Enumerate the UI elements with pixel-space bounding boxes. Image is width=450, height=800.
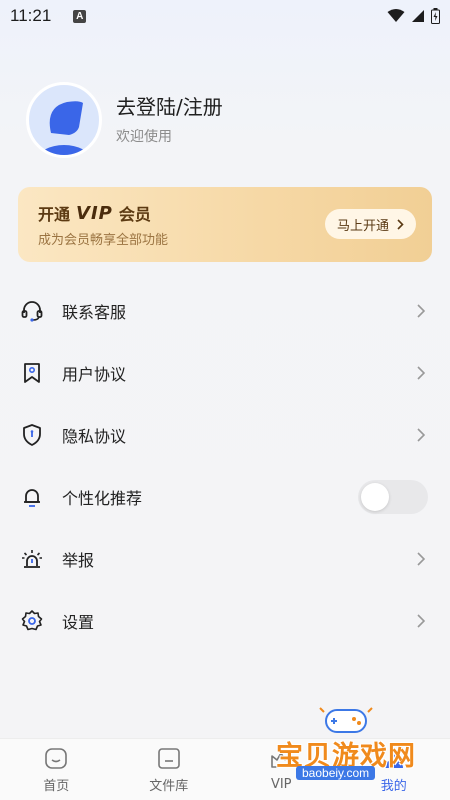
vip-title-suffix: 会员 xyxy=(118,205,151,224)
alarm-icon xyxy=(20,547,44,571)
chevron-right-icon xyxy=(414,304,428,318)
chevron-right-icon xyxy=(414,552,428,566)
vip-title-prefix: 开通 xyxy=(38,205,71,224)
chevron-right-icon xyxy=(397,218,404,230)
gear-icon xyxy=(20,609,44,633)
menu-item-label: 用户协议 xyxy=(62,365,127,384)
login-register-link[interactable]: 去登陆/注册 xyxy=(116,94,223,120)
welcome-text: 欢迎使用 xyxy=(116,129,172,145)
menu-item-report[interactable]: 举报 xyxy=(0,528,450,590)
home-icon xyxy=(43,745,69,771)
signal-icon xyxy=(412,10,424,22)
bell-icon xyxy=(20,485,44,509)
menu-item-label: 举报 xyxy=(62,551,95,570)
menu-item-label: 联系客服 xyxy=(62,303,127,322)
chevron-right-icon xyxy=(414,428,428,442)
gamepad-icon xyxy=(319,707,373,733)
menu-item-label: 隐私协议 xyxy=(62,427,127,446)
chevron-right-icon xyxy=(414,614,428,628)
avatar[interactable] xyxy=(26,82,102,158)
tab-file-library[interactable]: 文件库 xyxy=(113,739,226,800)
open-vip-button[interactable]: 马上开通 xyxy=(324,209,416,239)
tab-home[interactable]: 首页 xyxy=(0,739,113,800)
menu-item-privacy-policy[interactable]: 隐私协议 xyxy=(0,404,450,466)
open-vip-button-label: 马上开通 xyxy=(336,218,389,234)
personalized-recommendation-toggle[interactable] xyxy=(358,480,428,514)
status-icons xyxy=(387,8,440,24)
avatar-placeholder-icon xyxy=(39,101,89,155)
vip-subtitle: 成为会员畅享全部功能 xyxy=(38,233,169,248)
headset-icon xyxy=(20,299,44,323)
tab-label: 文件库 xyxy=(149,779,189,794)
folder-icon xyxy=(156,745,182,771)
profile-login-area[interactable]: 去登陆/注册 欢迎使用 xyxy=(26,82,223,158)
tab-label: 首页 xyxy=(43,779,70,794)
status-bar: 11:21 A xyxy=(0,0,450,32)
wifi-icon xyxy=(387,9,405,22)
vip-title: 开通 VIP 会员 xyxy=(38,201,151,225)
vip-promo-card[interactable]: 开通 VIP 会员 成为会员畅享全部功能 马上开通 xyxy=(18,187,432,262)
toggle-knob xyxy=(361,483,389,511)
shield-icon xyxy=(20,423,44,447)
menu-item-label: 设置 xyxy=(62,613,95,632)
status-time: 11:21 xyxy=(10,6,52,25)
bookmark-icon xyxy=(20,361,44,385)
chevron-right-icon xyxy=(414,366,428,380)
settings-menu: 联系客服 用户协议 隐私协议 个性化推荐 举报 设置 xyxy=(0,280,450,652)
menu-item-settings[interactable]: 设置 xyxy=(0,590,450,652)
watermark-url: baobeiy.com xyxy=(296,766,376,780)
menu-item-contact-support[interactable]: 联系客服 xyxy=(0,280,450,342)
battery-icon xyxy=(431,8,440,24)
watermark: 宝贝游戏网 baobeiy.com xyxy=(268,702,438,792)
accessibility-badge-icon: A xyxy=(73,9,87,23)
menu-item-user-agreement[interactable]: 用户协议 xyxy=(0,342,450,404)
menu-item-personalized-recommendation: 个性化推荐 xyxy=(0,466,450,528)
vip-logo: VIP xyxy=(76,202,113,224)
menu-item-label: 个性化推荐 xyxy=(62,489,143,508)
